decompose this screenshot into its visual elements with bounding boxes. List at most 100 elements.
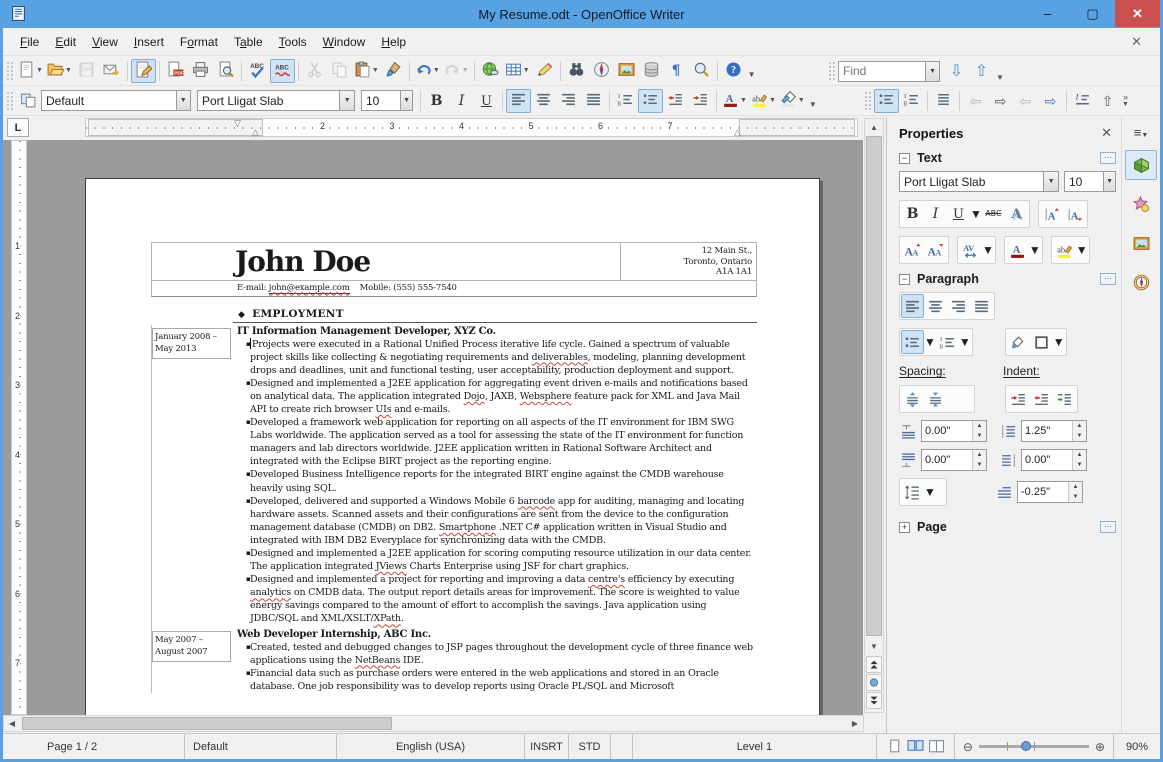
tab-styles[interactable] (1125, 189, 1157, 219)
menu-window[interactable]: Window (315, 31, 374, 53)
bold-button[interactable]: B (901, 202, 924, 226)
menu-table[interactable]: Table (226, 31, 271, 53)
next-page-button[interactable] (866, 692, 882, 709)
superscript-button[interactable]: A (1040, 202, 1063, 226)
spin-up-icon[interactable]: ▲ (1073, 421, 1086, 431)
increase-spacing-button[interactable] (901, 387, 924, 411)
page-style-field[interactable]: Default (185, 734, 337, 759)
menu-view[interactable]: View (84, 31, 126, 53)
draw-functions-button[interactable] (532, 59, 557, 83)
toolbar-overflow-icon[interactable]: »▼ (1120, 91, 1131, 111)
menu-insert[interactable]: Insert (126, 31, 172, 53)
switch-indent-button[interactable] (1053, 387, 1076, 411)
line-spacing-button[interactable] (901, 480, 924, 504)
bullet-list-button[interactable] (901, 330, 924, 354)
find-input-combo[interactable]: ▼ (838, 61, 940, 82)
align-justify-button[interactable] (581, 89, 606, 113)
document-canvas[interactable]: 1234567 John Doe 12 Main St., Toronto, O… (3, 140, 863, 715)
zoom-slider[interactable] (979, 745, 1089, 748)
bullet-list-button[interactable] (638, 89, 663, 113)
demote-sub-button[interactable]: ⇨ (1038, 89, 1063, 113)
zoom-in-icon[interactable]: ⊕ (1095, 740, 1105, 754)
spin-down-icon[interactable]: ▼ (1073, 460, 1086, 470)
promote-button[interactable]: ⇦ (963, 89, 988, 113)
above-spacing-input[interactable] (922, 421, 972, 441)
chevron-down-icon[interactable]: ▼ (400, 91, 412, 110)
paragraph-style-input[interactable] (42, 91, 176, 110)
tab-gallery[interactable] (1125, 228, 1157, 258)
zoom-out-icon[interactable]: ⊖ (963, 740, 973, 754)
sidebar-font-size-input[interactable] (1065, 172, 1103, 191)
navigator-button[interactable] (589, 59, 614, 83)
bullet-list-button[interactable] (874, 89, 899, 113)
decrease-indent-button[interactable] (1030, 387, 1053, 411)
below-spacing-input[interactable] (922, 450, 972, 470)
toolbar-grip[interactable] (6, 91, 13, 111)
grow-font-button[interactable]: AA (901, 238, 924, 262)
chevron-down-icon[interactable]: ▼ (176, 91, 190, 110)
export-pdf-button[interactable]: PDF (163, 59, 188, 83)
zoom-percent-field[interactable]: 90% (1114, 734, 1160, 759)
before-text-indent-field[interactable]: ▲▼ (1021, 420, 1087, 442)
minimize-button[interactable]: – (1025, 0, 1070, 27)
after-text-indent-field[interactable]: ▲▼ (1021, 449, 1087, 471)
find-next-button[interactable]: ⇩ (944, 59, 969, 83)
dialog-launcher-icon[interactable]: ⋯ (1100, 152, 1116, 164)
spin-down-icon[interactable]: ▼ (973, 460, 986, 470)
italic-button[interactable]: I (924, 202, 947, 226)
font-size-combo[interactable]: ▼ (361, 90, 413, 111)
move-up-button[interactable]: ⇧ (1095, 89, 1120, 113)
spin-up-icon[interactable]: ▲ (973, 450, 986, 460)
spin-down-icon[interactable]: ▼ (973, 431, 986, 441)
single-page-view-button[interactable] (885, 738, 904, 756)
align-center-button[interactable] (924, 294, 947, 318)
toolbar-grip[interactable] (6, 61, 13, 81)
paragraph-background-button[interactable] (1007, 330, 1030, 354)
print-preview-button[interactable] (213, 59, 238, 83)
copy-button[interactable] (327, 59, 352, 83)
scroll-up-icon[interactable]: ▲ (865, 119, 883, 135)
no-list-button[interactable] (931, 89, 956, 113)
redo-button[interactable]: ▼ (442, 59, 471, 83)
chevron-down-icon[interactable]: ▼ (1053, 335, 1065, 349)
page-section-header[interactable]: + Page ⋯ (899, 520, 1116, 534)
below-paragraph-spacing-field[interactable]: ▲▼ (921, 449, 987, 471)
first-line-indent-field[interactable]: ▲▼ (1017, 481, 1083, 503)
expand-icon[interactable]: + (899, 522, 910, 533)
demote-button[interactable]: ⇨ (988, 89, 1013, 113)
scroll-right-icon[interactable]: ▶ (847, 716, 863, 731)
print-button[interactable] (188, 59, 213, 83)
find-input[interactable] (839, 62, 925, 81)
scroll-down-icon[interactable]: ▼ (865, 638, 883, 654)
paragraph-border-button[interactable] (1030, 330, 1053, 354)
edit-file-button[interactable] (131, 59, 156, 83)
decrease-indent-button[interactable] (663, 89, 688, 113)
font-size-input[interactable] (362, 91, 400, 110)
first-line-indent-input[interactable] (1018, 482, 1068, 502)
font-name-input[interactable] (198, 91, 339, 110)
email-link[interactable]: john@example.com (269, 283, 350, 294)
character-spacing-button[interactable]: AV (959, 238, 982, 262)
promote-sub-button[interactable]: ⇦ (1013, 89, 1038, 113)
email-document-button[interactable] (99, 59, 124, 83)
help-button[interactable]: ? (721, 59, 746, 83)
table-button[interactable]: ▼ (503, 59, 532, 83)
tab-properties[interactable] (1125, 150, 1157, 180)
spin-up-icon[interactable]: ▲ (1073, 450, 1086, 460)
horizontal-scroll-thumb[interactable] (22, 717, 392, 730)
tab-navigator[interactable] (1125, 267, 1157, 297)
save-button[interactable] (74, 59, 99, 83)
hyperlink-button[interactable] (478, 59, 503, 83)
spin-down-icon[interactable]: ▼ (1073, 431, 1086, 441)
numbered-list-button[interactable]: III (899, 89, 924, 113)
align-left-button[interactable] (901, 294, 924, 318)
zoom-slider-thumb[interactable] (1021, 741, 1031, 751)
insert-unnumbered-button[interactable]: I (1070, 89, 1095, 113)
chevron-down-icon[interactable]: ▼ (982, 243, 994, 257)
sidebar-font-size-combo[interactable]: ▼ (1064, 171, 1116, 192)
decrease-spacing-button[interactable] (924, 387, 947, 411)
toolbar-grip[interactable] (828, 61, 835, 81)
navigation-button[interactable] (866, 674, 882, 691)
menu-tools[interactable]: Tools (271, 31, 315, 53)
new-document-button[interactable]: ▼ (16, 59, 45, 83)
